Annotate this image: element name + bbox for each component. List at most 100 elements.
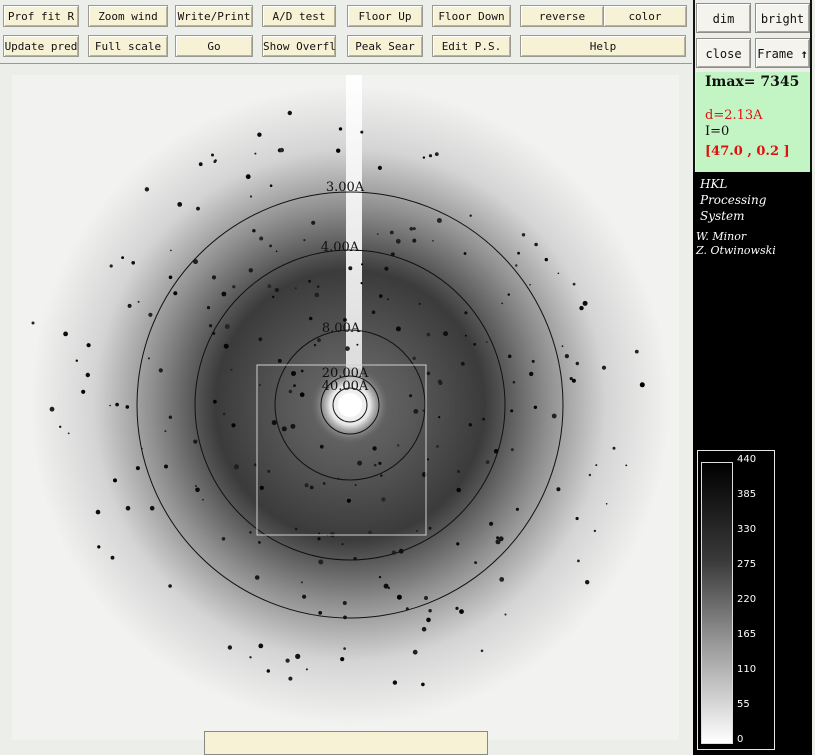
go-button[interactable]: Go [175,35,253,57]
diffraction-image[interactable]: 3.00A 4.00A 8.00A 20.00A 40.00A [12,75,679,740]
diffraction-spot [575,516,579,521]
status-bar [204,731,488,755]
diffraction-spot [299,392,305,398]
diffraction-spot [412,227,416,231]
reverse-button[interactable]: reverse [520,5,604,27]
diffraction-spot [575,361,579,366]
diffraction-spot [379,294,383,298]
diffraction-spot [422,156,426,159]
dim-button[interactable]: dim [696,3,751,33]
diffraction-spot [317,537,321,541]
write-print-button[interactable]: Write/Print [175,5,253,27]
diffraction-spot [272,295,275,298]
diffraction-spot [515,264,518,267]
diffraction-spot [224,324,230,330]
diffraction-spot [389,230,394,235]
diffraction-spot [426,371,431,376]
show-overflow-button[interactable]: Show Overfl [262,35,336,57]
color-button[interactable]: color [603,5,687,27]
diffraction-spot [510,448,514,452]
diffraction-spot [49,406,55,412]
scale-label: 55 [737,699,750,710]
diffraction-spot [196,206,200,211]
edit-ps-button[interactable]: Edit P.S. [432,35,511,57]
diffraction-spot [164,464,168,469]
help-button[interactable]: Help [520,35,686,57]
floor-up-button[interactable]: Floor Up [347,5,423,27]
diffraction-spot [127,303,132,308]
diffraction-spot [168,275,173,280]
diffraction-spot [227,645,233,650]
full-scale-button[interactable]: Full scale [88,35,168,57]
diffraction-spot [434,152,439,156]
diffraction-spot [426,332,431,337]
update-pred-button[interactable]: Update pred [3,35,79,57]
diffraction-spot [302,594,307,599]
floor-down-button[interactable]: Floor Down [432,5,511,27]
intensity-scale[interactable]: 440 385 330 275 220 165 110 55 0 [697,450,775,750]
prof-fit-button[interactable]: Prof fit R [3,5,79,27]
diffraction-spot [387,298,389,301]
diffraction-spot [195,485,197,487]
peak-search-button[interactable]: Peak Sear [347,35,423,57]
diffraction-spot [287,110,292,116]
diffraction-spot [95,509,101,515]
diffraction-spot [109,264,113,268]
diffraction-spot [221,537,226,541]
diffraction-spot [254,152,257,155]
diffraction-spot [314,292,320,298]
beamstop [338,393,362,417]
diffraction-spot [572,282,576,286]
diffraction-spot [275,250,278,253]
scale-label: 385 [737,489,757,500]
diffraction-spot [380,474,383,477]
diffraction-spot [421,682,425,687]
diffraction-spot [504,613,507,616]
diffraction-spot [267,469,271,473]
diffraction-spot [308,279,311,283]
diffraction-spot [313,343,317,347]
close-button[interactable]: close [696,38,751,68]
diffraction-spot [211,275,217,280]
diffraction-spot [341,543,344,546]
diffraction-spot [356,343,359,346]
diffraction-spot [209,324,213,328]
diffraction-spot [75,359,78,362]
diffraction-spot [485,460,490,464]
diffraction-spot [115,402,119,407]
diffraction-spot [531,359,535,363]
bright-button[interactable]: bright [755,3,810,33]
diffraction-spot [193,439,198,444]
diffraction-spot [564,354,570,359]
diffraction-spot [521,233,526,237]
diffraction-spot [395,238,401,244]
diffraction-spot [137,300,140,303]
diffraction-spot [254,575,260,580]
diffraction-canvas[interactable]: 3.00A 4.00A 8.00A 20.00A 40.00A [12,75,679,740]
product-credit: HKL Processing System [700,176,766,224]
diffraction-spot [311,220,316,225]
diffraction-spot [222,412,226,416]
diffraction-spot [318,611,323,615]
diffraction-spot [473,343,477,346]
diffraction-spot [605,503,608,505]
diffraction-spot [432,240,434,242]
diffraction-spot [211,153,214,157]
diffraction-spot [173,291,178,296]
scale-label: 165 [737,629,757,640]
frame-button[interactable]: Frame ↑ [755,38,810,68]
diffraction-spot [277,358,282,363]
diffraction-spot [336,148,341,153]
ad-test-button[interactable]: A/D test [262,5,336,27]
scale-label: 110 [737,664,757,675]
diffraction-spot [288,676,293,681]
scale-label: 220 [737,594,757,605]
diffraction-spot [443,331,449,337]
diffraction-spot [340,657,345,662]
diffraction-spot [436,218,442,223]
zoom-window-button[interactable]: Zoom wind [88,5,168,27]
diffraction-spot [63,331,68,337]
diffraction-spot [348,266,353,271]
diffraction-spot [309,485,314,490]
diffraction-spot [232,285,236,289]
